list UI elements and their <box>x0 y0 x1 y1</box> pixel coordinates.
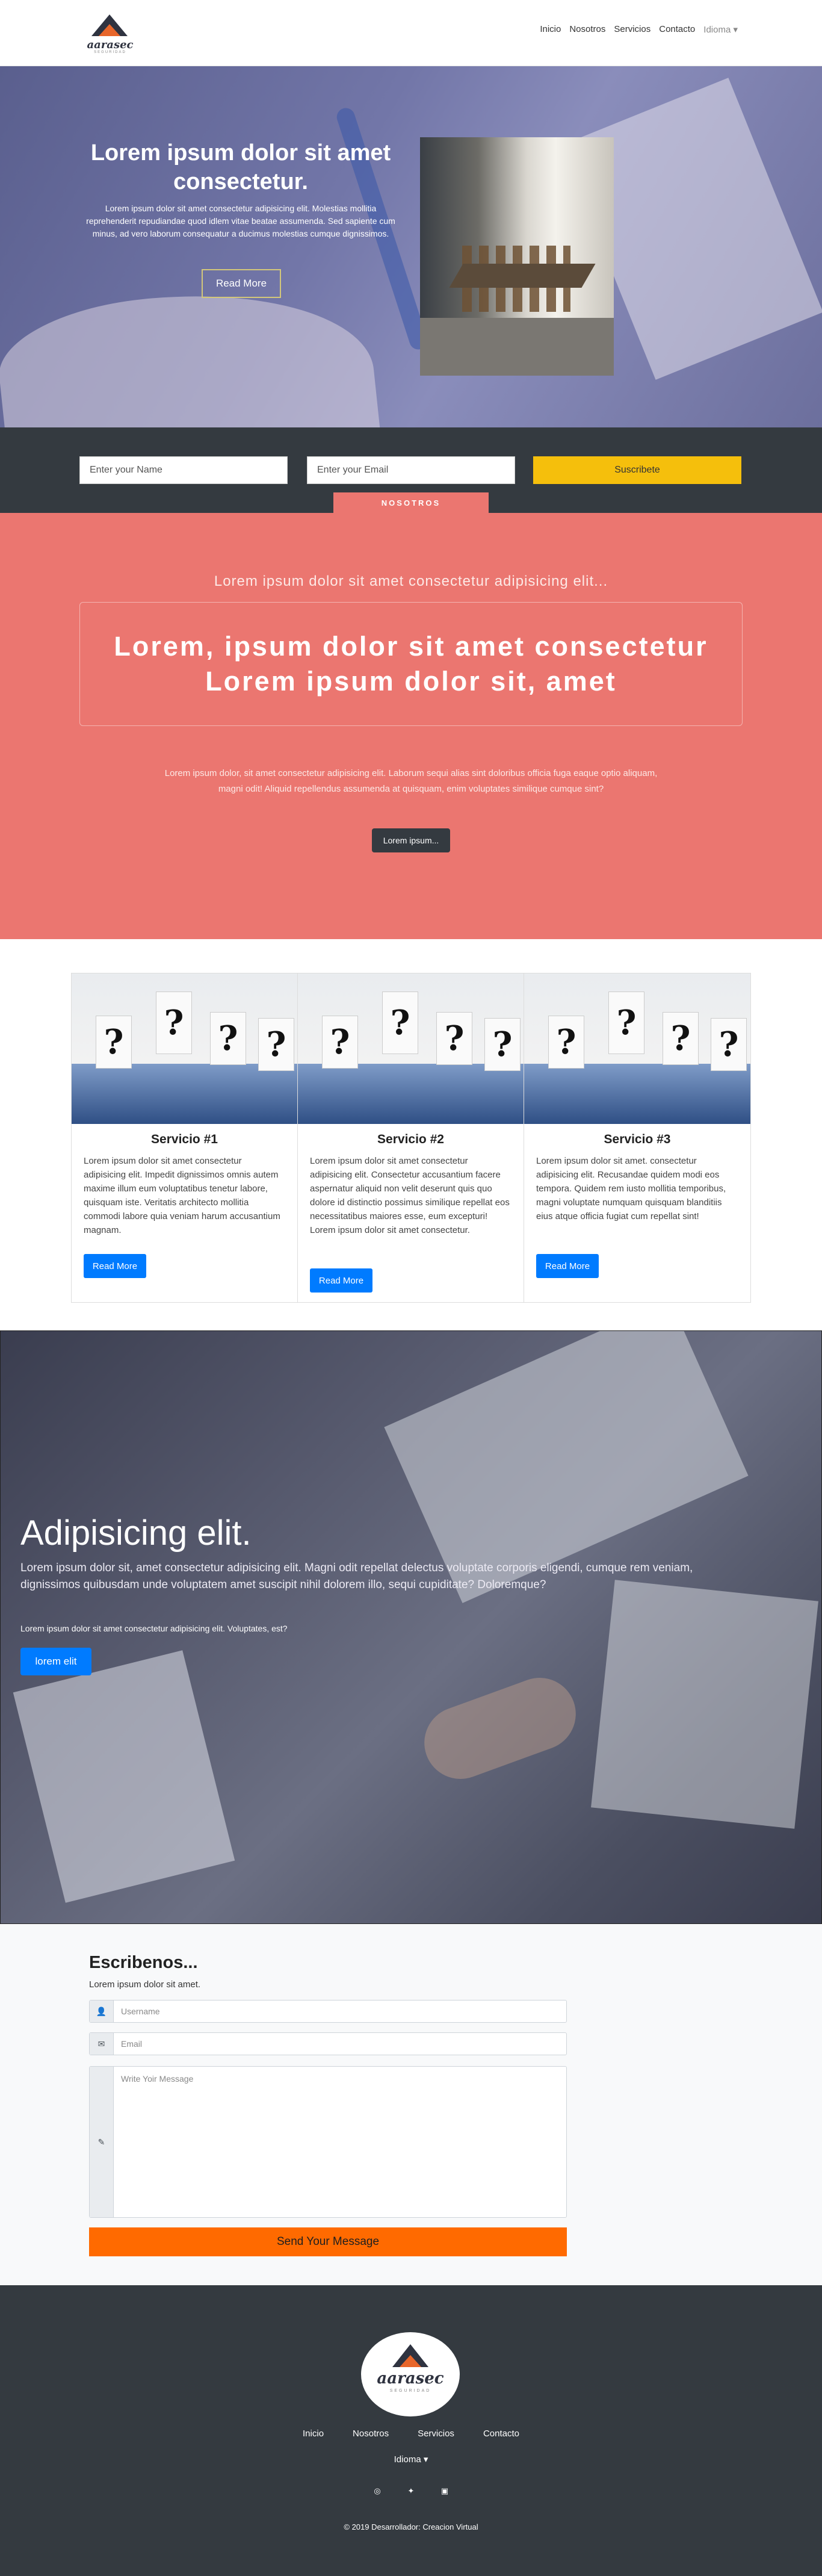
service-text: Lorem ipsum dolor sit amet. consectetur … <box>536 1156 726 1221</box>
question-card: ? <box>258 1018 294 1071</box>
instagram-icon[interactable]: ◎ <box>372 2486 382 2496</box>
username-placeholder: Username <box>121 2006 160 2016</box>
top-navbar: aarasec SEGURIDAD Inicio Nosotros Servic… <box>0 0 822 66</box>
logo-accent-icon <box>400 2355 421 2367</box>
service-title: Servicio #1 <box>151 1132 218 1146</box>
hero-section: Lorem ipsum dolor sit amet consectetur. … <box>0 66 822 427</box>
footer: aarasec SEGURIDAD Inicio Nosotros Servic… <box>0 2285 822 2576</box>
brand-logo[interactable]: aarasec SEGURIDAD <box>84 11 136 55</box>
language-dropdown[interactable]: Idioma ▾ <box>703 24 738 35</box>
hero-text: Lorem ipsum dolor sit amet consectetur a… <box>86 203 395 238</box>
nav-link-contacto[interactable]: Contacto <box>659 24 695 35</box>
subscribe-email-input[interactable]: Enter your Email <box>307 456 515 484</box>
subscribe-button[interactable]: Suscribete <box>533 456 741 484</box>
footer-logo-tagline: SEGURIDAD <box>389 2389 431 2393</box>
services-section: ? ? ? ? Servicio #1 Lorem ipsum dolor si… <box>0 939 822 1330</box>
question-card: ? <box>484 1018 521 1071</box>
logo-wordmark: aarasec <box>87 39 134 51</box>
about-section: Lorem ipsum dolor sit amet consectetur a… <box>0 513 822 939</box>
send-message-button[interactable]: Send Your Message <box>89 2227 567 2256</box>
service-image-question-marks: ? ? ? ? <box>298 973 524 1124</box>
question-card: ? <box>322 1016 358 1069</box>
question-card: ? <box>382 992 418 1054</box>
photo-floor <box>420 318 614 376</box>
feature-bg-paper <box>13 1650 235 1903</box>
feature-button[interactable]: lorem elit <box>20 1648 91 1675</box>
service-read-more-button[interactable]: Read More <box>84 1254 146 1278</box>
twitter-icon[interactable]: ✦ <box>406 2486 416 2496</box>
question-card: ? <box>436 1012 472 1065</box>
nosotros-section-tab: NOSOTROS <box>333 492 489 513</box>
about-headline-line-1: Lorem, ipsum dolor sit amet consectetur <box>114 631 708 662</box>
service-title: Servicio #2 <box>377 1132 444 1146</box>
about-headline-line-2: Lorem ipsum dolor sit, amet <box>205 666 617 697</box>
footer-language-dropdown[interactable]: Idioma ▾ <box>0 2454 822 2465</box>
service-card-1: ? ? ? ? Servicio #1 Lorem ipsum dolor si… <box>72 973 298 1302</box>
service-image-question-marks: ? ? ? ? <box>524 973 750 1124</box>
message-textarea[interactable]: ✎ Write Yoir Message <box>89 2066 567 2218</box>
about-lead: Lorem ipsum dolor sit amet consectetur a… <box>214 573 608 589</box>
social-links: ◎ ✦ ▣ <box>0 2486 822 2496</box>
feature-subtext: Lorem ipsum dolor sit amet consectetur a… <box>20 1624 288 1633</box>
service-text: Lorem ipsum dolor sit amet consectetur a… <box>310 1156 510 1235</box>
service-read-more-button[interactable]: Read More <box>536 1254 599 1278</box>
footer-link-contacto[interactable]: Contacto <box>483 2429 519 2439</box>
message-placeholder: Write Yoir Message <box>121 2074 194 2084</box>
question-card: ? <box>711 1018 747 1071</box>
nav-link-servicios[interactable]: Servicios <box>614 24 650 35</box>
question-card: ? <box>96 1016 132 1069</box>
service-title: Servicio #3 <box>604 1132 671 1146</box>
feature-banner: Adipisicing elit. Lorem ipsum dolor sit,… <box>0 1330 822 1924</box>
footer-link-nosotros[interactable]: Nosotros <box>353 2429 389 2439</box>
service-card-3: ? ? ? ? Servicio #3 Lorem ipsum dolor si… <box>524 973 750 1302</box>
footer-link-servicios[interactable]: Servicios <box>418 2429 454 2439</box>
about-button[interactable]: Lorem ipsum... <box>372 828 450 852</box>
question-card: ? <box>210 1012 246 1065</box>
footer-link-inicio[interactable]: Inicio <box>303 2429 324 2439</box>
about-headline-box <box>79 602 743 726</box>
username-field[interactable]: 👤 Username <box>89 2000 567 2023</box>
hero-title: Lorem ipsum dolor sit amet consectetur. <box>90 140 391 194</box>
nav-link-nosotros[interactable]: Nosotros <box>569 24 605 35</box>
service-read-more-button[interactable]: Read More <box>310 1268 372 1293</box>
email-placeholder: Email <box>121 2039 143 2049</box>
footer-logo-wordmark: aarasec <box>377 2370 444 2388</box>
copyright: © 2019 Desarrollador: Creacion Virtual <box>344 2522 478 2531</box>
nav-menu: Inicio Nosotros Servicios Contacto Idiom… <box>540 24 738 35</box>
subscribe-name-input[interactable]: Enter your Name <box>79 456 288 484</box>
feature-title: Adipisicing elit. <box>20 1513 252 1553</box>
question-card: ? <box>608 992 644 1054</box>
envelope-icon: ✉ <box>90 2033 114 2055</box>
contact-section: Escribenos... Lorem ipsum dolor sit amet… <box>0 1924 822 2285</box>
services-cards: ? ? ? ? Servicio #1 Lorem ipsum dolor si… <box>71 973 751 1303</box>
service-card-2: ? ? ? ? Servicio #2 Lorem ipsum dolor si… <box>298 973 524 1302</box>
feature-bg-paper <box>591 1580 818 1829</box>
question-card: ? <box>663 1012 699 1065</box>
hero-read-more-button[interactable]: Read More <box>202 269 281 298</box>
pencil-icon: ✎ <box>90 2067 114 2217</box>
nav-link-inicio[interactable]: Inicio <box>540 24 561 35</box>
logo-accent-icon <box>99 24 120 36</box>
footer-logo[interactable]: aarasec SEGURIDAD <box>361 2332 460 2416</box>
about-text: Lorem ipsum dolor, sit amet consectetur … <box>164 768 658 794</box>
service-text: Lorem ipsum dolor sit amet consectetur a… <box>84 1156 280 1235</box>
contact-lead: Lorem ipsum dolor sit amet. <box>89 1979 201 1990</box>
hero-bg-hand-shape <box>0 276 380 427</box>
footer-nav: Inicio Nosotros Servicios Contacto <box>0 2429 822 2439</box>
logo-tagline: SEGURIDAD <box>94 51 126 54</box>
photo-table <box>449 264 596 288</box>
question-card: ? <box>548 1016 584 1069</box>
feature-bg-handshake <box>414 1668 586 1789</box>
feature-text: Lorem ipsum dolor sit, amet consectetur … <box>20 1562 693 1591</box>
hero-meeting-room-image <box>420 137 614 376</box>
service-image-question-marks: ? ? ? ? <box>72 973 297 1124</box>
contact-title: Escribenos... <box>89 1953 198 1972</box>
facebook-icon[interactable]: ▣ <box>440 2486 450 2496</box>
email-field[interactable]: ✉ Email <box>89 2032 567 2055</box>
user-icon: 👤 <box>90 2000 114 2022</box>
question-card: ? <box>156 992 192 1054</box>
